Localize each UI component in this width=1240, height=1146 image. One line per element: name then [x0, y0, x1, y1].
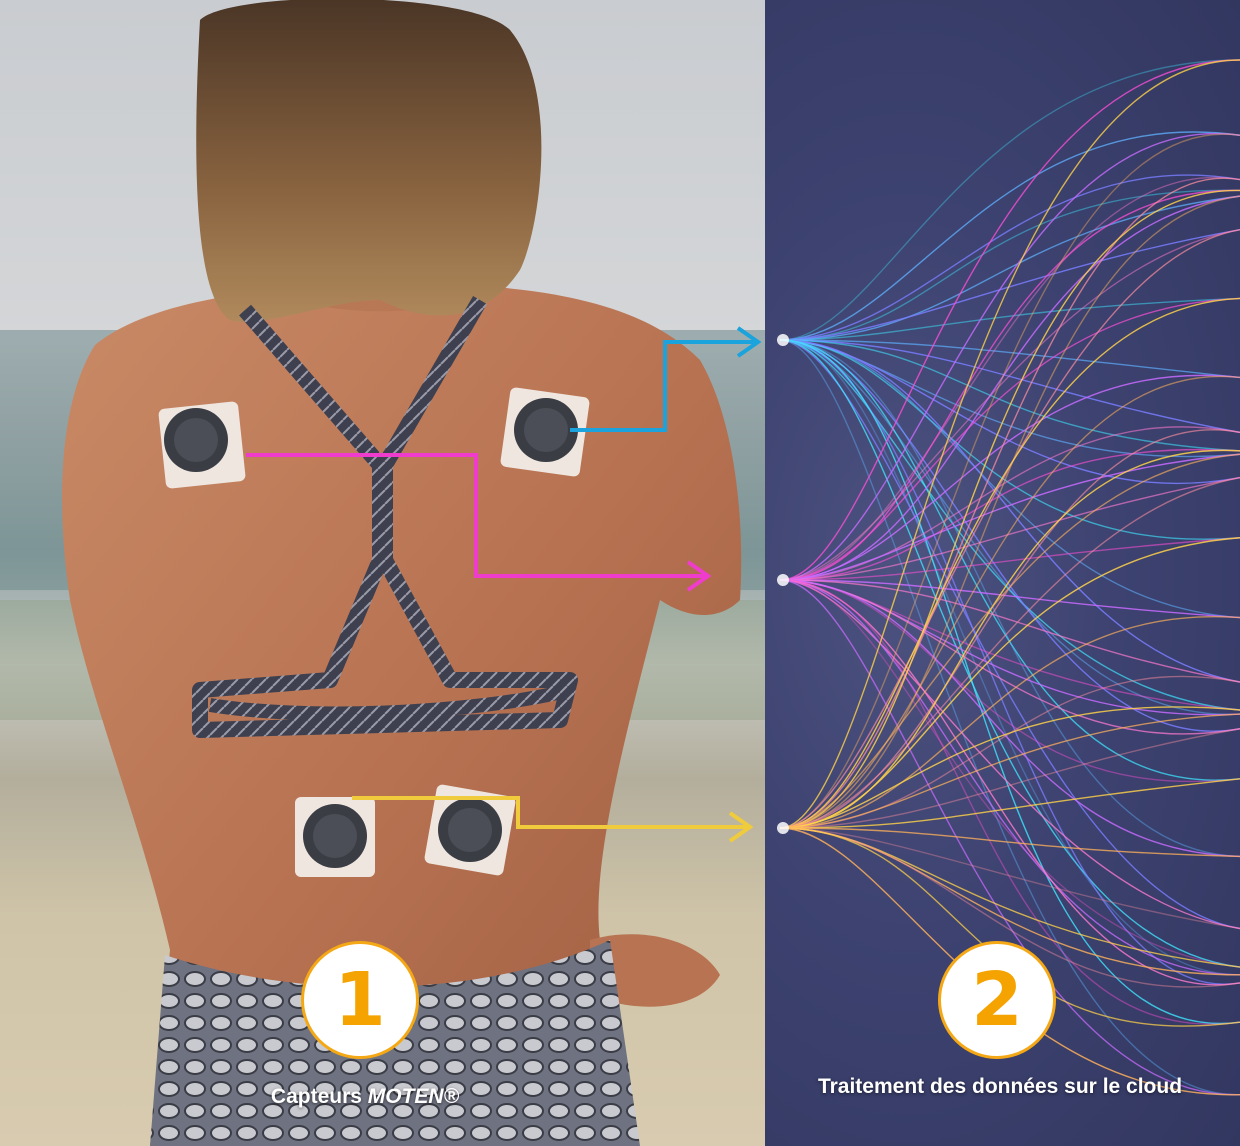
step-1-caption-brand: MOTEN® — [367, 1085, 460, 1108]
arrow-yellow — [352, 796, 754, 843]
infographic: 1 2 Capteurs MOTEN® Traitement des donné… — [0, 0, 1240, 1146]
arrow-blue — [570, 326, 762, 432]
arrow-magenta — [246, 453, 712, 592]
connector-arrows — [246, 326, 762, 843]
step-2-caption: Traitement des données sur le cloud — [817, 1075, 1183, 1098]
step-1-caption: Capteurs MOTEN® — [200, 1085, 530, 1109]
step-1-caption-prefix: Capteurs — [270, 1085, 368, 1108]
step-2-badge: 2 — [938, 941, 1056, 1059]
step-1-badge: 1 — [301, 941, 419, 1059]
